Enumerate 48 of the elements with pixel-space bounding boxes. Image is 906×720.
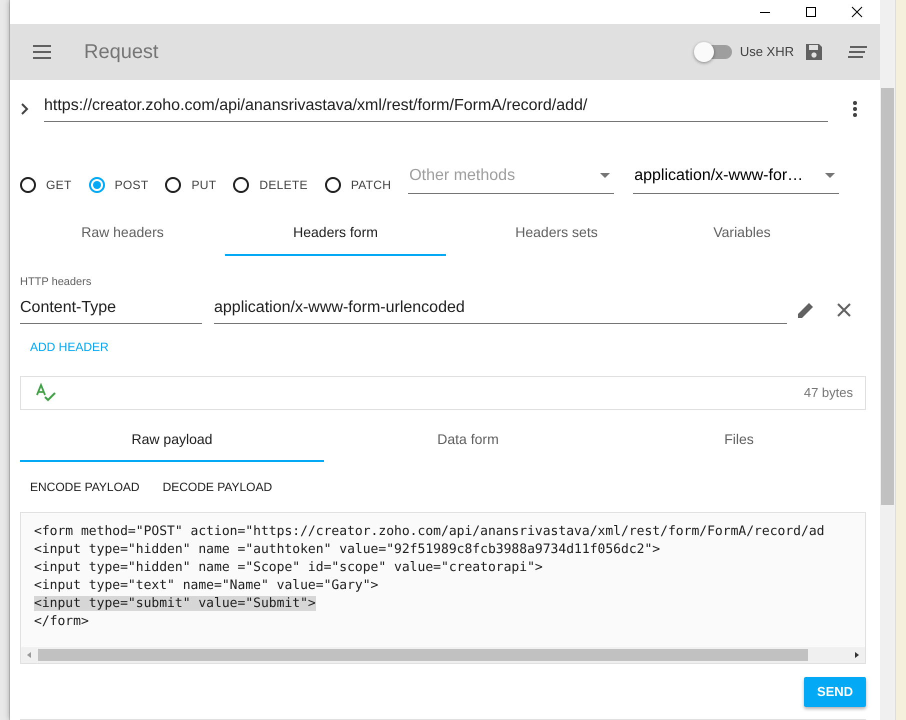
method-radio[interactable]: DELETE: [233, 176, 308, 194]
more-button[interactable]: [852, 100, 858, 118]
tab[interactable]: Raw headers: [20, 212, 225, 256]
code-line: <input type="hidden" name ="authtoken" value="92f51989c8fcb3988a9734d11f056dc2">: [34, 542, 660, 557]
action-button[interactable]: DECODE PAYLOAD: [162, 478, 272, 496]
section-label: HTTP headers: [20, 274, 92, 290]
method-radio[interactable]: POST: [88, 176, 148, 194]
chevron-right-icon: [20, 102, 30, 116]
horizontal-scrollbar[interactable]: [21, 647, 865, 663]
close-icon: [851, 6, 863, 18]
content-type-dropdown[interactable]: application/x-www-for…: [633, 166, 840, 194]
xhr-toggle[interactable]: [694, 42, 734, 62]
action-button[interactable]: ENCODE PAYLOAD: [30, 478, 140, 496]
tab[interactable]: Headers sets: [446, 212, 667, 256]
save-button[interactable]: [804, 42, 824, 62]
tab[interactable]: Data form: [324, 418, 612, 462]
lines-icon: [848, 44, 868, 59]
method-radio[interactable]: PATCH: [324, 176, 392, 194]
maximize-icon: [805, 6, 817, 18]
caret-icon: [825, 173, 836, 179]
tab[interactable]: Raw payload: [20, 418, 324, 462]
code-line: </form>: [34, 614, 89, 629]
toolbar-title: Request: [84, 40, 158, 65]
vertical-scrollbar[interactable]: [880, 0, 895, 720]
more-vertical-icon: [852, 100, 858, 118]
code-line: <input type="hidden" name ="Scope" id="scope" value="creatorapi">: [34, 560, 543, 575]
url-field[interactable]: https://creator.zoho.com/api/anansrivastava/xml/rest/form/FormA/record/add/: [44, 96, 828, 122]
code-line: <form method="POST" action="https://creator.zoho.com/api/anansrivastava/xml/rest/form/FormA/record/ad: [34, 524, 824, 539]
method-radio[interactable]: PUT: [165, 176, 216, 194]
close-icon: [837, 303, 851, 317]
remove-button[interactable]: [837, 303, 851, 317]
expand-button[interactable]: [20, 102, 30, 116]
code-line: <input type="text" name="Name" value="Gary">: [34, 578, 378, 593]
tab[interactable]: Headers form: [225, 212, 446, 256]
scroll-right-icon[interactable]: [853, 651, 861, 659]
save-icon: [804, 42, 824, 62]
edit-button[interactable]: [797, 301, 815, 319]
payload-editor[interactable]: [20, 512, 866, 664]
caret-icon: [600, 173, 610, 179]
tab[interactable]: Variables: [667, 212, 817, 256]
sort-button[interactable]: [848, 44, 868, 59]
tab[interactable]: Files: [612, 418, 866, 462]
menu-icon: [32, 44, 52, 59]
payload-size: 47 bytes: [804, 384, 853, 402]
method-radio[interactable]: GET: [20, 176, 72, 194]
menu-button[interactable]: [32, 44, 52, 59]
toggle-label: Use XHR: [740, 43, 794, 61]
pencil-icon: [797, 301, 815, 319]
